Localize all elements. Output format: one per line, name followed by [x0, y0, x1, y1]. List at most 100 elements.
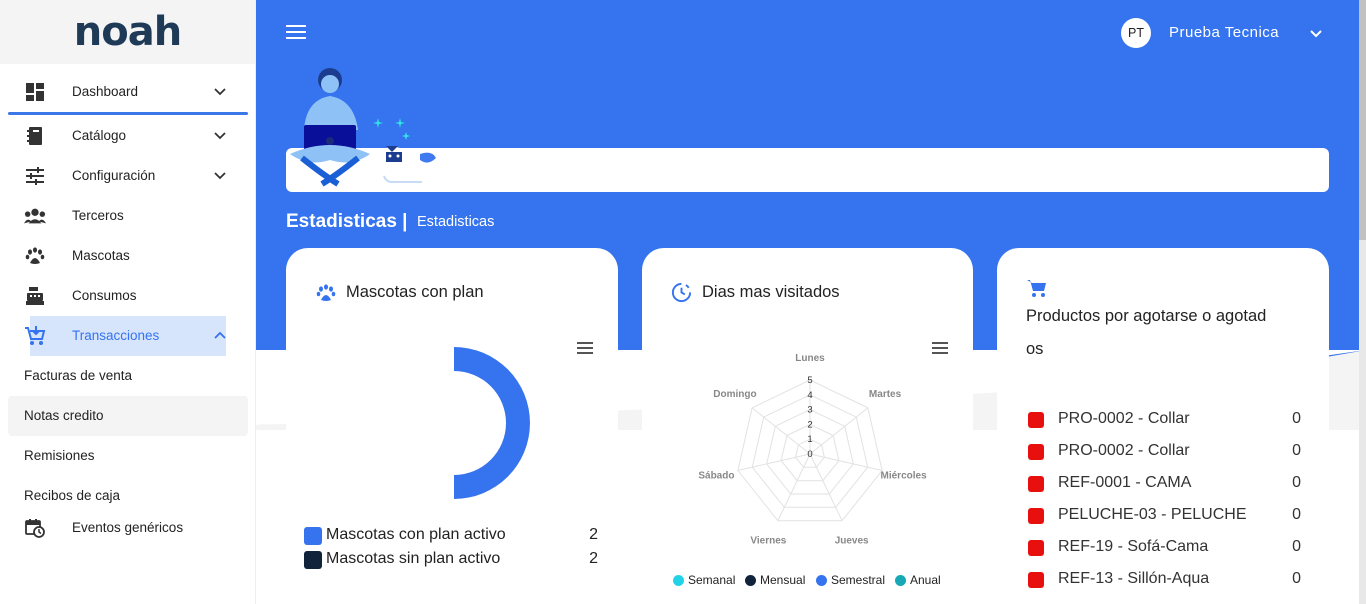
- avatar[interactable]: PT: [1121, 18, 1151, 48]
- active-indicator: [8, 112, 248, 115]
- radar-axis-label: Miércoles: [881, 470, 928, 481]
- sidebar-item-eventos[interactable]: Eventos genéricos: [8, 508, 248, 548]
- chevron-up-icon: [214, 331, 226, 339]
- sidebar-item-label: Eventos genéricos: [72, 520, 184, 535]
- product-label: PRO-0002 - Collar: [1058, 442, 1190, 459]
- cart-icon: [1027, 280, 1046, 297]
- legend-dot: [895, 574, 906, 586]
- sidebar-item-label: Dashboard: [72, 84, 139, 99]
- legend-label: Mensual: [760, 573, 806, 587]
- radar-axis-label: Domingo: [713, 389, 756, 400]
- product-row[interactable]: REF-13 - Sillón-Aqua 0: [1028, 569, 1304, 591]
- legend-item[interactable]: Anual: [895, 573, 941, 587]
- legend-value: 2: [589, 526, 598, 543]
- radar-tick-label: 4: [807, 390, 812, 401]
- dashboard-icon: [24, 81, 46, 103]
- card-title: Dias mas visitados: [702, 283, 840, 301]
- radar-spoke: [777, 453, 811, 521]
- pie-chart: [378, 347, 530, 499]
- radar-tick-label: 1: [807, 434, 812, 445]
- legend-item[interactable]: Semanal: [673, 573, 735, 587]
- paw-icon: [24, 245, 46, 267]
- legend-label: Anual: [910, 573, 941, 587]
- card-title: Mascotas con plan: [346, 283, 484, 301]
- chart-menu-button[interactable]: [577, 342, 593, 354]
- sidebar-item-label: Consumos: [72, 288, 137, 303]
- sidebar-item-terceros[interactable]: Terceros: [8, 196, 248, 236]
- scrollbar-thumb[interactable]: [1359, 0, 1366, 240]
- people-icon: [24, 205, 46, 227]
- product-label: PELUCHE-03 - PELUCHE: [1058, 506, 1247, 523]
- sidebar-subitem-notas-credito[interactable]: Notas credito: [8, 396, 248, 436]
- sidebar-item-label: Terceros: [72, 208, 124, 223]
- sidebar-subitem-label: Recibos de caja: [24, 488, 121, 503]
- legend-label: Semestral: [831, 573, 886, 587]
- catalog-icon: [24, 125, 46, 147]
- legend-value: 2: [589, 550, 598, 567]
- sidebar-subitem-label: Facturas de venta: [24, 368, 133, 383]
- radar-axis-label: Lunes: [795, 353, 825, 364]
- clock-history-icon: [671, 282, 692, 303]
- sidebar-subitem-facturas[interactable]: Facturas de venta: [8, 356, 248, 396]
- product-stock: 0: [1292, 538, 1301, 555]
- sidebar-item-transacciones[interactable]: Transacciones: [8, 316, 248, 356]
- app-logo[interactable]: noah: [74, 9, 182, 55]
- sidebar-item-label: Catálogo: [72, 128, 127, 143]
- status-indicator: [1028, 540, 1044, 556]
- sidebar-item-label: Transacciones: [72, 328, 160, 343]
- legend-dot: [673, 574, 684, 586]
- sidebar-item-consumos[interactable]: Consumos: [8, 276, 248, 316]
- product-row[interactable]: PRO-0002 - Collar 0: [1028, 441, 1304, 463]
- cash-register-icon: [24, 285, 46, 307]
- legend-label: Semanal: [688, 573, 736, 587]
- product-row[interactable]: REF-19 - Sofá-Cama 0: [1028, 537, 1304, 559]
- legend-label: Mascotas con plan activo: [326, 526, 506, 543]
- sidebar-item-mascotas[interactable]: Mascotas: [8, 236, 248, 276]
- legend-dot: [745, 574, 756, 586]
- sidebar-item-dashboard[interactable]: Dashboard: [8, 72, 248, 112]
- radar-axis-label: Jueves: [835, 535, 869, 546]
- calendar-clock-icon: [24, 517, 46, 539]
- card-title: Productos por agotarse o agotad: [1026, 307, 1267, 325]
- product-label: REF-0001 - CAMA: [1058, 474, 1192, 491]
- radar-tick-label: 3: [807, 405, 812, 416]
- user-name[interactable]: Prueba Tecnica: [1169, 24, 1279, 41]
- sidebar-subitem-label: Notas credito: [24, 408, 104, 423]
- legend-dot: [816, 574, 827, 586]
- legend-item[interactable]: Semestral: [816, 573, 885, 587]
- legend-item[interactable]: Mascotas con plan activo 2: [304, 525, 604, 545]
- radar-axis-label: Viernes: [750, 535, 786, 546]
- pie-slice-2[interactable]: [378, 347, 454, 499]
- legend-item[interactable]: Mascotas sin plan activo 2: [304, 549, 604, 569]
- status-indicator: [1028, 572, 1044, 588]
- product-row[interactable]: PELUCHE-03 - PELUCHE 0: [1028, 505, 1304, 527]
- legend-item[interactable]: Mensual: [745, 573, 805, 587]
- sidebar-item-label: Configuración: [72, 168, 156, 183]
- chevron-down-icon: [214, 172, 226, 180]
- tune-icon: [24, 165, 46, 187]
- chevron-down-icon[interactable]: [1308, 25, 1324, 41]
- menu-toggle-button[interactable]: [286, 25, 306, 39]
- radar-axis-label: Martes: [869, 389, 902, 400]
- chevron-down-icon: [214, 132, 226, 140]
- radar-chart: Lunes Martes Miércoles Jueves Viernes Sábado D…: [698, 353, 928, 546]
- product-row[interactable]: PRO-0002 - Collar 0: [1028, 409, 1304, 431]
- product-label: REF-19 - Sofá-Cama: [1058, 538, 1209, 555]
- pie-slice-1[interactable]: [454, 347, 530, 499]
- sidebar-item-configuracion[interactable]: Configuración: [8, 156, 248, 196]
- product-stock: 0: [1292, 570, 1301, 587]
- radar-axis-label: Sábado: [698, 470, 734, 481]
- radar-spoke: [809, 453, 843, 521]
- product-row[interactable]: REF-0001 - CAMA 0: [1028, 473, 1304, 495]
- sidebar-subitem-label: Remisiones: [24, 448, 95, 463]
- legend-label: Mascotas sin plan activo: [326, 550, 501, 567]
- product-label: PRO-0002 - Collar: [1058, 410, 1190, 427]
- product-stock: 0: [1292, 506, 1301, 523]
- sidebar-item-catalogo[interactable]: Catálogo: [8, 116, 248, 156]
- breadcrumb[interactable]: Estadisticas: [417, 214, 494, 230]
- radar-tick-label: 0: [807, 449, 812, 460]
- chevron-down-icon: [214, 88, 226, 96]
- status-indicator: [1028, 444, 1044, 460]
- sidebar-subitem-remisiones[interactable]: Remisiones: [8, 436, 248, 476]
- product-stock: 0: [1292, 474, 1301, 491]
